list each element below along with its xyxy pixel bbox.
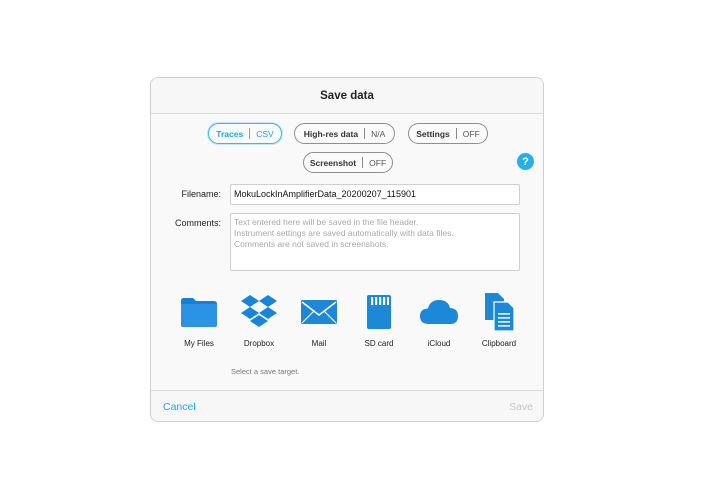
- cancel-button[interactable]: Cancel: [163, 401, 196, 413]
- filename-input[interactable]: MokuLockInAmplifierData_20200207_115901: [230, 184, 520, 205]
- dialog-title: Save data: [320, 89, 374, 102]
- sd-card-icon: [357, 291, 401, 333]
- target-label: Dropbox: [243, 339, 275, 348]
- dialog-footer: Cancel Save: [151, 390, 543, 421]
- traces-value: CSV: [256, 128, 274, 139]
- save-target-hint: Select a save target.: [231, 367, 300, 376]
- target-sd-card[interactable]: SD card: [349, 291, 409, 348]
- target-label: Clipboard: [481, 339, 517, 348]
- traces-toggle[interactable]: Traces CSV: [208, 123, 282, 144]
- placeholder-line: Comments are not saved in screenshots.: [234, 239, 389, 249]
- comments-placeholder: Text entered here will be saved in the f…: [231, 214, 519, 253]
- target-my-files[interactable]: My Files: [169, 291, 229, 348]
- high-res-data-label: High-res data: [303, 128, 359, 139]
- target-label: SD card: [364, 339, 394, 348]
- comments-textarea[interactable]: Text entered here will be saved in the f…: [230, 213, 520, 271]
- placeholder-line: Instrument settings are saved automatica…: [234, 228, 454, 238]
- high-res-data-value: N/A: [371, 128, 386, 139]
- pill-divider: [455, 128, 457, 139]
- mail-icon: [297, 291, 341, 333]
- target-label: My Files: [184, 339, 214, 348]
- target-label: Mail: [311, 339, 327, 348]
- help-button[interactable]: ?: [517, 153, 534, 170]
- screenshot-value: OFF: [369, 157, 387, 168]
- target-icloud[interactable]: iCloud: [409, 291, 469, 348]
- dropbox-icon: [237, 291, 281, 333]
- target-label: iCloud: [427, 339, 451, 348]
- target-mail[interactable]: Mail: [289, 291, 349, 348]
- target-clipboard[interactable]: Clipboard: [469, 291, 529, 348]
- settings-label: Settings: [416, 128, 450, 139]
- clipboard-icon: [477, 291, 521, 333]
- screenshot-toggle[interactable]: Screenshot OFF: [303, 152, 393, 173]
- placeholder-line: Text entered here will be saved in the f…: [234, 217, 419, 227]
- screenshot-label: Screenshot: [309, 157, 357, 168]
- filename-value: MokuLockInAmplifierData_20200207_115901: [234, 189, 416, 199]
- icloud-icon: [417, 291, 461, 333]
- filename-label: Filename:: [181, 189, 221, 199]
- pill-divider: [249, 128, 251, 139]
- folder-icon: [177, 291, 221, 333]
- comments-label: Comments:: [174, 218, 221, 228]
- traces-label: Traces: [216, 128, 244, 139]
- save-button[interactable]: Save: [509, 401, 533, 413]
- settings-value: OFF: [462, 128, 480, 139]
- save-targets: My Files Dropbox Mail SD card iCloud Cli…: [169, 291, 529, 348]
- pill-divider: [364, 128, 366, 139]
- dialog-header: Save data: [151, 78, 543, 114]
- target-dropbox[interactable]: Dropbox: [229, 291, 289, 348]
- high-res-data-toggle[interactable]: High-res data N/A: [294, 123, 395, 144]
- save-data-dialog: Save data Traces CSV High-res data N/A S…: [150, 77, 544, 422]
- settings-toggle[interactable]: Settings OFF: [408, 123, 488, 144]
- pill-divider: [362, 157, 364, 168]
